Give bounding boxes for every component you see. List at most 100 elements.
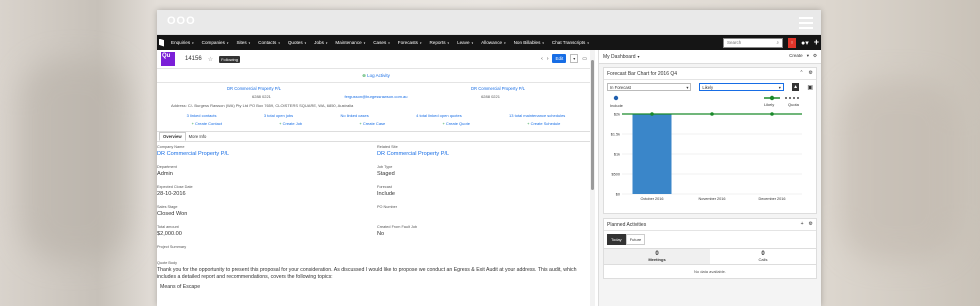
chevron-down-icon[interactable]: ▾ bbox=[249, 41, 251, 45]
chevron-down-icon[interactable]: ▾ bbox=[364, 41, 366, 45]
company-name-link[interactable]: DR Commercial Property P/L bbox=[157, 151, 377, 157]
tab-overview[interactable]: Overview bbox=[159, 132, 186, 141]
search-placeholder: Search bbox=[726, 40, 742, 45]
nav-item-sites[interactable]: Sites ▾ bbox=[232, 35, 254, 50]
subpanel-link[interactable]: No linked cases bbox=[341, 113, 369, 118]
email-link[interactable]: fergusson@burgessrawson.com.au bbox=[345, 94, 408, 99]
nav-item-label: Companies bbox=[201, 40, 225, 45]
y-tick-label: $1k bbox=[614, 153, 620, 157]
chevron-down-icon[interactable]: ▾ bbox=[504, 41, 506, 45]
nav-item-cases[interactable]: Cases ▾ bbox=[369, 35, 394, 50]
field-label: Created From Fault Job bbox=[377, 225, 418, 229]
field-close-date: Expected Close Date 28-10-2016 bbox=[157, 185, 377, 205]
no-data-message: No data available. bbox=[693, 269, 727, 274]
dashboard-title[interactable]: My Dashboard bbox=[603, 54, 636, 60]
chevron-down-icon[interactable]: ▾ bbox=[587, 41, 589, 45]
nav-item-enquiries[interactable]: Enquiries ▾ bbox=[167, 35, 198, 50]
create-link[interactable]: Create Job bbox=[279, 121, 303, 126]
nav-item-label: Jobs bbox=[314, 40, 324, 45]
related-site-link[interactable]: DR Commercial Property P/L bbox=[377, 151, 587, 157]
actions-dropdown-icon[interactable]: ▾ bbox=[570, 54, 579, 63]
chevron-down-icon[interactable]: ▾ bbox=[227, 41, 229, 45]
create-link[interactable]: Create Case bbox=[359, 121, 385, 126]
menu-icon[interactable] bbox=[799, 17, 813, 32]
chevron-down-icon[interactable]: ▾ bbox=[305, 41, 307, 45]
likely-select[interactable]: Likely ▾ bbox=[699, 83, 784, 91]
nav-item-jobs[interactable]: Jobs ▾ bbox=[310, 35, 331, 50]
chevron-down-icon[interactable]: ▾ bbox=[807, 53, 809, 59]
toggle-sidebar-icon[interactable]: ▭ bbox=[582, 56, 587, 62]
tab-future[interactable]: Future bbox=[625, 234, 646, 245]
log-activity-link[interactable]: ⊕ Log Activity bbox=[157, 73, 595, 79]
company-right-link[interactable]: DR Commercial Property P/L bbox=[471, 86, 525, 91]
person-icon[interactable]: ▲ bbox=[791, 83, 800, 91]
nav-item-label: Enquiries bbox=[171, 40, 191, 45]
chevron-down-icon[interactable]: ▾ bbox=[388, 41, 390, 45]
gear-icon[interactable]: ⚙ bbox=[809, 221, 813, 227]
subpanel-link[interactable]: 4 total linked open quotes bbox=[416, 113, 462, 118]
tab-more-info[interactable]: More Info bbox=[186, 132, 210, 141]
nav-item-contacts[interactable]: Contacts ▾ bbox=[254, 35, 284, 50]
nav-item-chat-transcripts[interactable]: Chat Transcripts ▾ bbox=[548, 35, 593, 50]
select-value: Likely bbox=[702, 84, 714, 90]
nav-item-quotes[interactable]: Quotes ▾ bbox=[284, 35, 310, 50]
scrollbar-thumb[interactable] bbox=[591, 60, 594, 190]
record-view: Qu 14156 ☆ Following ‹ › Edit ▾ ▭ ⊕ Log … bbox=[157, 50, 595, 306]
chevron-down-icon[interactable]: ▾ bbox=[192, 41, 194, 45]
quick-create-icon[interactable]: + bbox=[814, 38, 819, 47]
chevron-down-icon[interactable]: ▾ bbox=[472, 41, 474, 45]
edit-button[interactable]: Edit bbox=[552, 54, 567, 63]
chevron-down-icon[interactable]: ▾ bbox=[542, 41, 544, 45]
nav-item-allowance[interactable]: Allowance ▾ bbox=[477, 35, 509, 50]
calls-count-tab[interactable]: 0 Calls bbox=[710, 249, 816, 264]
create-link[interactable]: Create Quote bbox=[442, 121, 470, 126]
forecast-filters: In Forecast ▾ Likely ▾ ▲ ▣ bbox=[604, 80, 816, 94]
nav-item-label: Non Billables bbox=[513, 40, 541, 45]
nav-item-maintenance[interactable]: Maintenance ▾ bbox=[331, 35, 369, 50]
legend-label: Likely bbox=[764, 102, 774, 107]
next-record-icon[interactable]: › bbox=[547, 56, 549, 62]
field-project-summary: Project Summary bbox=[157, 245, 377, 261]
favorite-star-icon[interactable]: ☆ bbox=[208, 56, 213, 63]
chevron-down-icon[interactable]: ▾ bbox=[278, 41, 280, 45]
notifications-badge[interactable]: ! bbox=[787, 37, 796, 48]
forecast-filter-select[interactable]: In Forecast ▾ bbox=[607, 83, 692, 91]
subpanel-link[interactable]: 3 total open jobs bbox=[264, 113, 293, 118]
collapse-icon[interactable]: ⌃ bbox=[799, 70, 803, 76]
chevron-down-icon[interactable]: ▾ bbox=[638, 54, 640, 59]
nav-item-label: Allowance bbox=[481, 40, 503, 45]
add-icon[interactable]: + bbox=[801, 221, 804, 227]
chevron-down-icon[interactable]: ▾ bbox=[448, 41, 450, 45]
create-link[interactable]: Create Contact bbox=[192, 121, 222, 126]
previous-record-icon[interactable]: ‹ bbox=[541, 56, 543, 62]
nav-item-forecasts[interactable]: Forecasts ▾ bbox=[394, 35, 426, 50]
gear-icon[interactable]: ⚙ bbox=[809, 70, 813, 76]
subpanel-link[interactable]: 13 total maintenance schedules bbox=[509, 113, 565, 118]
phone-left: 6288 0221 bbox=[252, 94, 271, 99]
field-label: Forecast bbox=[377, 185, 392, 189]
tab-today[interactable]: Today bbox=[607, 234, 626, 245]
chevron-down-icon[interactable]: ▾ bbox=[420, 41, 422, 45]
following-badge[interactable]: Following bbox=[219, 55, 240, 63]
subpanel-link[interactable]: 3 linked contacts bbox=[187, 113, 217, 118]
background-shape bbox=[840, 80, 960, 260]
search-input[interactable]: Search ⌕ bbox=[722, 37, 783, 48]
group-icon[interactable]: ▣ bbox=[807, 84, 813, 91]
nav-item-non-billables[interactable]: Non Billables ▾ bbox=[510, 35, 548, 50]
home-logo-icon[interactable] bbox=[159, 38, 164, 47]
scrollbar[interactable] bbox=[590, 50, 595, 306]
field-total: Total amount $2,000.00 bbox=[157, 225, 377, 245]
chevron-down-icon[interactable]: ▾ bbox=[326, 41, 328, 45]
gear-icon[interactable]: ⚙ bbox=[813, 53, 817, 59]
y-tick-label: $500 bbox=[612, 173, 620, 177]
nav-item-companies[interactable]: Companies ▾ bbox=[198, 35, 233, 50]
meetings-count-tab[interactable]: 0 Meetings bbox=[604, 249, 710, 264]
nav-item-reports[interactable]: Reports ▾ bbox=[425, 35, 453, 50]
planned-activities-tabs: Today Future bbox=[604, 231, 816, 248]
create-link[interactable]: Create Schedule bbox=[527, 121, 561, 126]
app-logo: OOO bbox=[167, 15, 196, 27]
user-icon[interactable]: ●▾ bbox=[801, 39, 809, 47]
create-button[interactable]: Create bbox=[789, 53, 803, 59]
nav-item-leave[interactable]: Leave ▾ bbox=[453, 35, 477, 50]
company-left-link[interactable]: DR Commercial Property P/L bbox=[227, 86, 281, 91]
